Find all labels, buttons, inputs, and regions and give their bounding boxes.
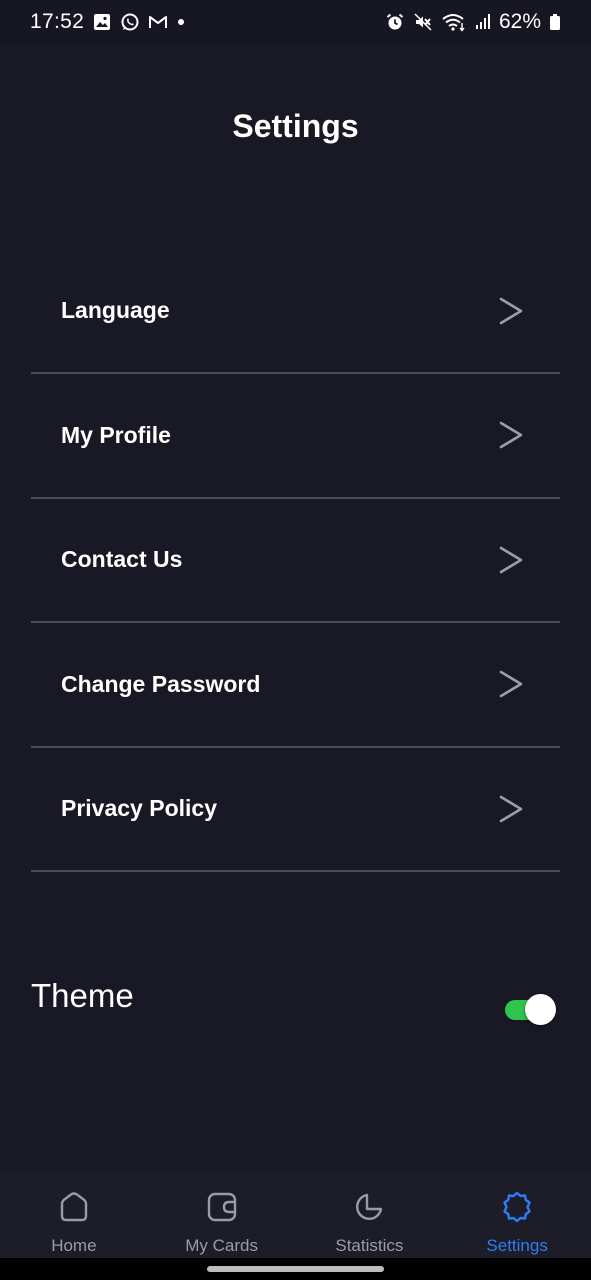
menu-item-label: Contact Us bbox=[61, 546, 183, 573]
nav-label: Settings bbox=[486, 1236, 548, 1255]
status-left: 17:52 bbox=[30, 10, 186, 34]
signal-icon bbox=[475, 14, 490, 29]
chevron-right-icon bbox=[499, 421, 523, 449]
battery-icon bbox=[550, 14, 560, 30]
home-gesture-bar[interactable] bbox=[207, 1266, 384, 1272]
page-title: Settings bbox=[232, 108, 359, 144]
bottom-nav: Home My Cards Statistics Settings bbox=[0, 1172, 591, 1258]
alarm-icon bbox=[386, 13, 404, 30]
menu-item-contact-us[interactable]: Contact Us bbox=[31, 499, 560, 623]
whatsapp-icon bbox=[121, 13, 139, 31]
wifi-icon bbox=[442, 14, 465, 32]
nav-item-my-cards[interactable]: My Cards bbox=[148, 1172, 295, 1258]
chevron-right-icon bbox=[499, 297, 523, 324]
battery-percentage: 62% bbox=[498, 10, 541, 33]
theme-label: Theme bbox=[31, 977, 134, 1014]
menu-item-my-profile[interactable]: My Profile bbox=[31, 374, 560, 499]
chevron-right-icon bbox=[499, 795, 523, 823]
menu-item-language[interactable]: Language bbox=[31, 249, 560, 374]
nav-label: Home bbox=[51, 1236, 97, 1255]
nav-item-statistics[interactable]: Statistics bbox=[296, 1172, 443, 1258]
menu-item-label: Change Password bbox=[61, 670, 261, 697]
gesture-area bbox=[0, 1258, 591, 1280]
gallery-icon bbox=[94, 14, 111, 30]
dot-icon bbox=[178, 19, 185, 25]
menu-item-label: My Profile bbox=[61, 421, 171, 448]
nav-label: My Cards bbox=[185, 1236, 258, 1255]
settings-menu: Language My Profile Contact Us Change Pa… bbox=[31, 249, 560, 872]
pie-chart-icon bbox=[356, 1193, 383, 1220]
menu-item-label: Language bbox=[61, 297, 170, 323]
menu-item-privacy-policy[interactable]: Privacy Policy bbox=[31, 748, 560, 872]
nav-label: Statistics bbox=[335, 1236, 404, 1255]
mute-icon bbox=[414, 13, 432, 31]
menu-item-label: Privacy Policy bbox=[61, 795, 217, 822]
menu-item-change-password[interactable]: Change Password bbox=[31, 623, 560, 748]
status-right: 62% bbox=[385, 10, 561, 34]
gmail-icon bbox=[149, 16, 168, 28]
toggle-knob bbox=[525, 994, 556, 1025]
chevron-right-icon bbox=[499, 546, 523, 574]
nav-item-home[interactable]: Home bbox=[0, 1172, 147, 1258]
chevron-right-icon bbox=[499, 670, 523, 698]
nav-item-settings[interactable]: Settings bbox=[444, 1172, 591, 1258]
theme-toggle[interactable] bbox=[503, 994, 556, 1025]
status-time: 17:52 bbox=[30, 10, 85, 33]
home-icon bbox=[60, 1192, 88, 1222]
status-bar: 17:52 62% bbox=[0, 0, 591, 44]
gear-icon bbox=[503, 1191, 531, 1223]
wallet-icon bbox=[207, 1192, 236, 1222]
